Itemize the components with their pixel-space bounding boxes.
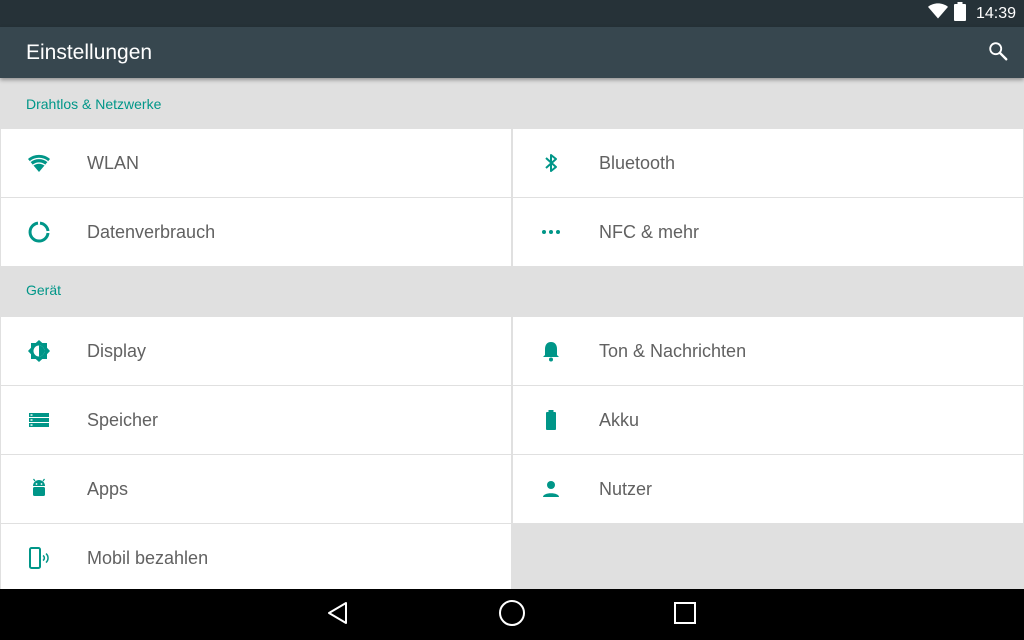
section-header-device: Gerät	[26, 282, 62, 298]
brightness-icon	[27, 339, 51, 363]
person-icon	[539, 477, 563, 501]
bell-icon	[539, 339, 563, 363]
page-title: Einstellungen	[26, 41, 153, 64]
search-button[interactable]	[984, 39, 1012, 67]
settings-item-users[interactable]: Nutzer	[513, 455, 1023, 523]
data-usage-icon	[27, 220, 51, 244]
back-button[interactable]	[322, 599, 354, 631]
settings-item-wlan[interactable]: WLAN	[1, 129, 511, 197]
android-icon	[27, 477, 51, 501]
more-icon	[539, 220, 563, 244]
storage-icon	[27, 408, 51, 432]
status-time: 14:39	[975, 4, 1016, 22]
settings-item-label: Nutzer	[599, 479, 653, 499]
settings-item-label: Ton & Nachrichten	[599, 341, 747, 361]
back-icon	[325, 600, 351, 631]
settings-item-sound[interactable]: Ton & Nachrichten	[513, 317, 1023, 385]
home-icon	[498, 599, 526, 632]
settings-item-label: Apps	[87, 479, 129, 499]
settings-item-label: NFC & mehr	[599, 222, 700, 242]
empty-tile	[513, 524, 1023, 589]
navigation-bar	[0, 589, 1024, 640]
settings-item-apps[interactable]: Apps	[1, 455, 511, 523]
status-bar: 14:39	[0, 0, 1024, 27]
wifi-icon	[27, 151, 51, 175]
settings-item-storage[interactable]: Speicher	[1, 386, 511, 454]
settings-item-label: WLAN	[87, 153, 140, 173]
wifi-status-icon	[927, 3, 948, 24]
home-button[interactable]	[496, 599, 528, 631]
settings-item-nfc[interactable]: NFC & mehr	[513, 198, 1023, 266]
settings-item-label: Speicher	[87, 410, 159, 430]
section-wireless-grid: WLAN Bluetooth Datenverbrauch NFC & mehr	[0, 129, 1024, 266]
battery-status-icon	[953, 1, 966, 26]
settings-item-label: Bluetooth	[599, 153, 676, 173]
search-icon	[987, 40, 1009, 67]
settings-item-label: Datenverbrauch	[87, 222, 216, 242]
settings-item-display[interactable]: Display	[1, 317, 511, 385]
settings-item-label: Akku	[599, 410, 640, 430]
recents-button[interactable]	[669, 599, 701, 631]
status-icons: 14:39	[927, 0, 1016, 27]
app-bar: Einstellungen	[0, 27, 1024, 78]
bluetooth-icon	[539, 151, 563, 175]
recents-icon	[673, 601, 697, 630]
settings-item-bluetooth[interactable]: Bluetooth	[513, 129, 1023, 197]
section-header-wireless: Drahtlos & Netzwerke	[26, 96, 162, 112]
settings-item-tap-pay[interactable]: Mobil bezahlen	[1, 524, 511, 589]
tap-pay-icon	[27, 546, 51, 570]
section-device-grid: Display Ton & Nachrichten Speicher Akku …	[0, 317, 1024, 589]
settings-item-battery[interactable]: Akku	[513, 386, 1023, 454]
settings-item-data-usage[interactable]: Datenverbrauch	[1, 198, 511, 266]
settings-list[interactable]: Drahtlos & Netzwerke WLAN Bluetooth Date…	[0, 78, 1024, 589]
settings-item-label: Mobil bezahlen	[87, 548, 209, 568]
battery-icon	[539, 408, 563, 432]
settings-item-label: Display	[87, 341, 147, 361]
